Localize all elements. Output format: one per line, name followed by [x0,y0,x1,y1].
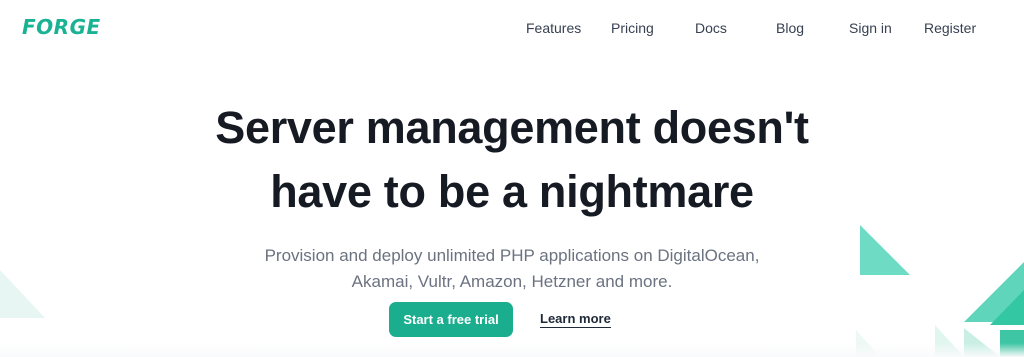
subtitle-line-1: Provision and deploy unlimited PHP appli… [264,246,760,265]
nav-blog[interactable]: Blog [776,19,804,37]
nav-features[interactable]: Features [526,19,581,37]
headline-line-1: Server management doesn't [215,102,809,153]
hero-section: Server management doesn't have to be a n… [0,96,1024,295]
nav-pricing[interactable]: Pricing [611,19,654,37]
top-navigation: FORGE Features Pricing Docs Blog Sign in… [0,0,1024,58]
nav-register[interactable]: Register [924,19,976,37]
hero-actions: Start a free trial Learn more [0,302,1024,338]
learn-more-link[interactable]: Learn more [540,311,611,328]
nav-docs[interactable]: Docs [695,19,727,37]
bottom-fade [0,343,1024,357]
landing-page: FORGE Features Pricing Docs Blog Sign in… [0,0,1024,357]
nav-links: Features Pricing Docs Blog Sign in Regis… [0,19,1024,39]
hero-headline: Server management doesn't have to be a n… [0,96,1024,224]
subtitle-line-2: Akamai, Vultr, Amazon, Hetzner and more. [351,272,673,291]
nav-sign-in[interactable]: Sign in [849,19,892,37]
start-free-trial-button[interactable]: Start a free trial [389,302,513,337]
headline-line-2: have to be a nightmare [270,166,754,217]
hero-subtitle: Provision and deploy unlimited PHP appli… [0,243,1024,295]
